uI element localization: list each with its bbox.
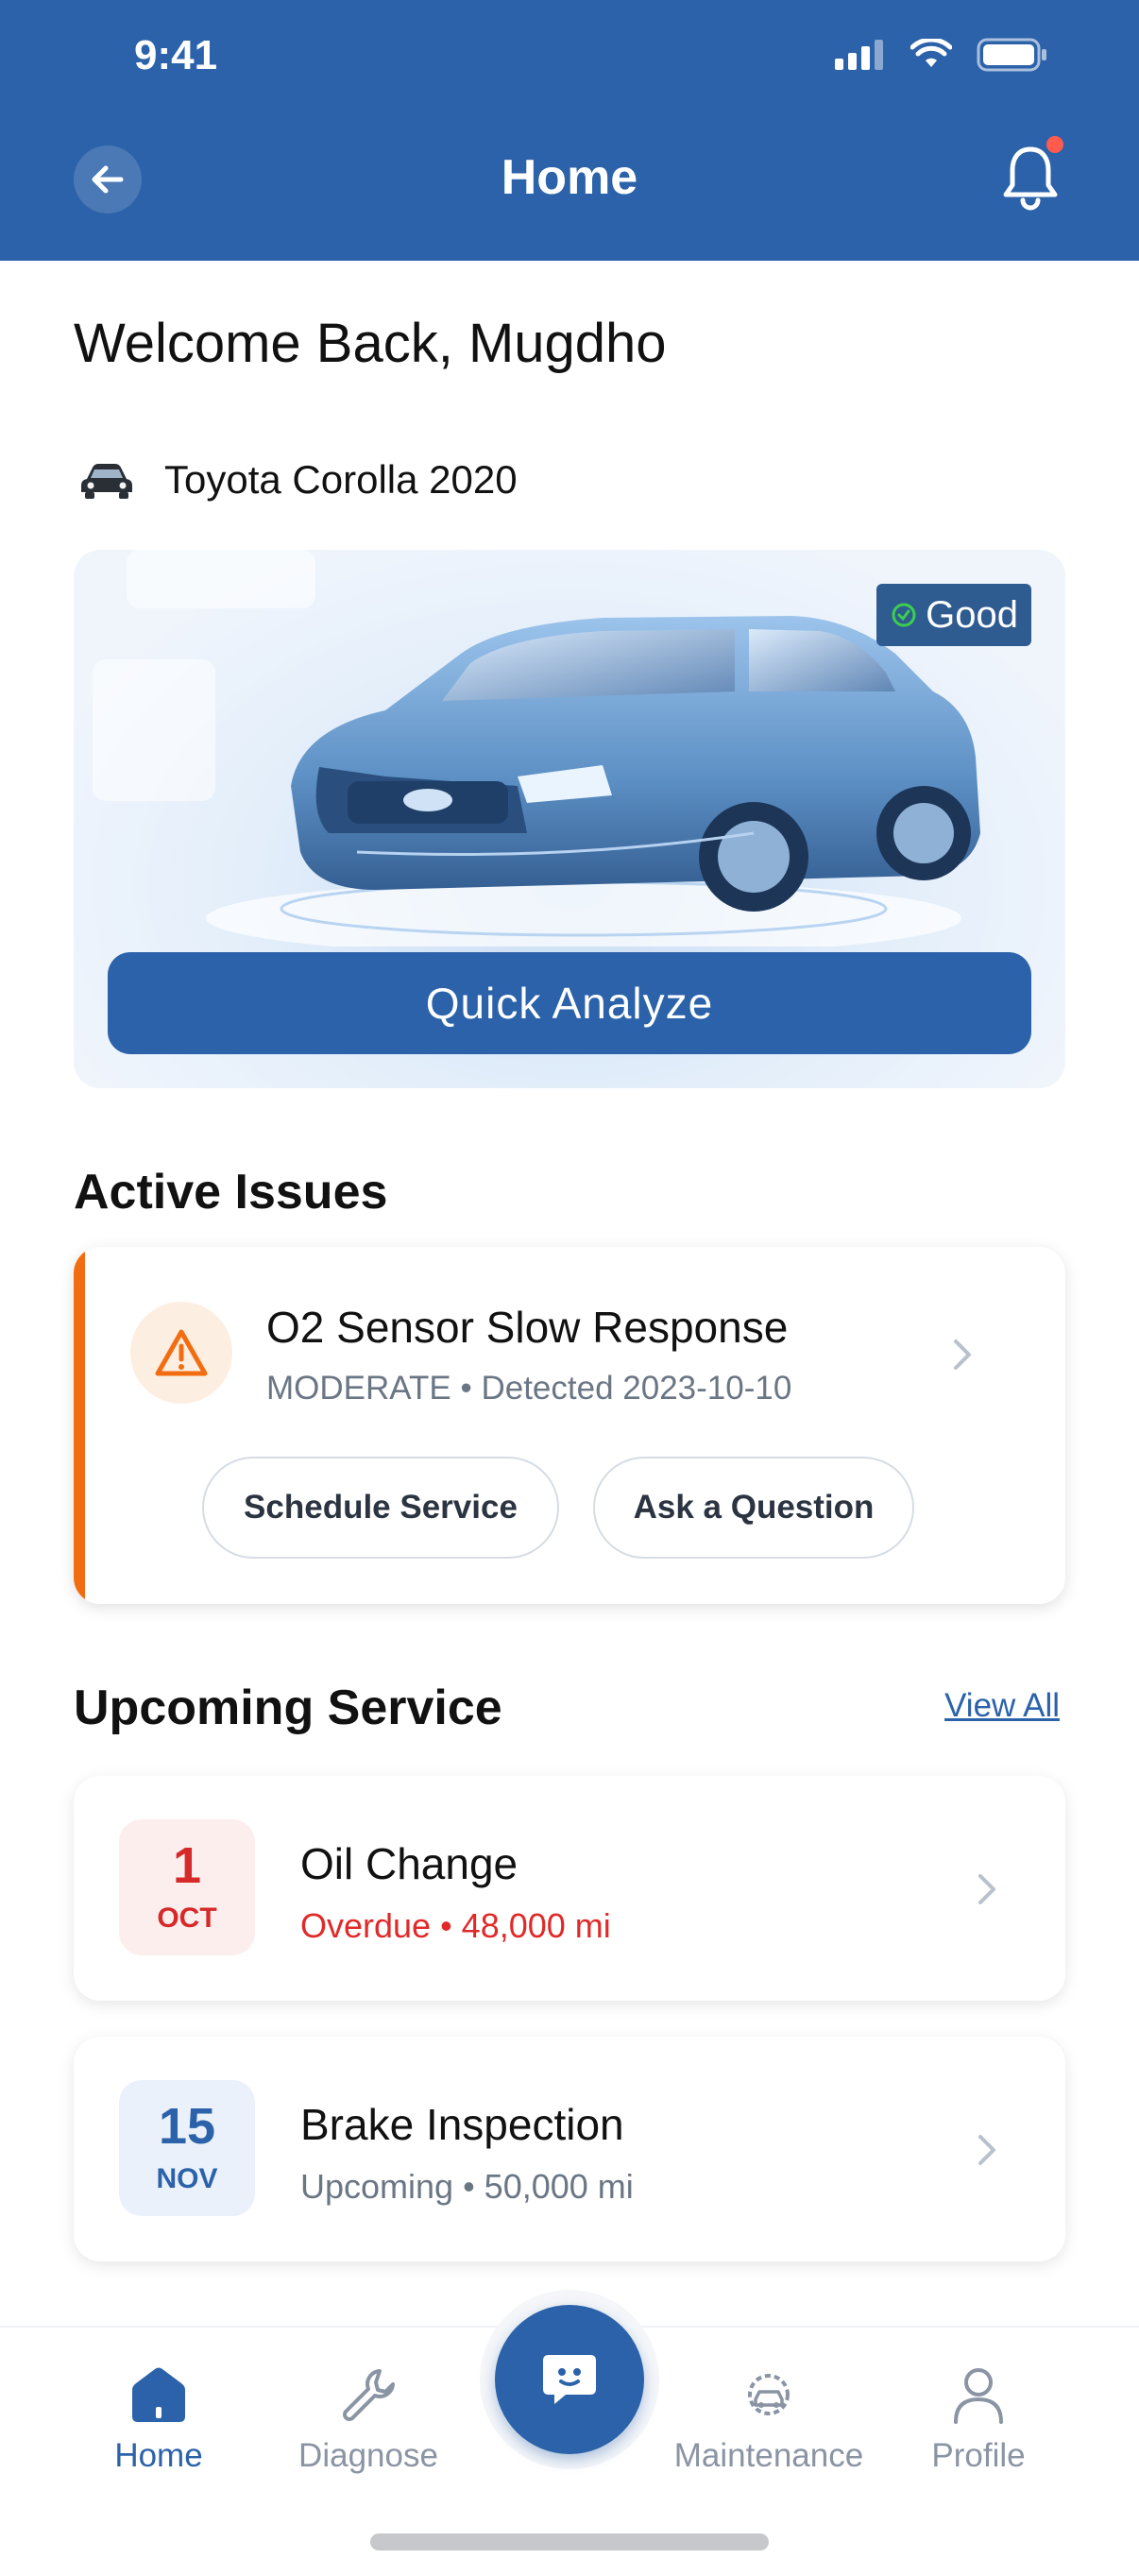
issue-icon-badge — [130, 1302, 232, 1404]
quick-analyze-button[interactable]: Quick Analyze — [108, 952, 1031, 1054]
schedule-service-button[interactable]: Schedule Service — [202, 1457, 559, 1559]
service-card[interactable]: 1 OCT Oil Change Overdue • 48,000 mi — [74, 1776, 1065, 2001]
battery-icon — [977, 38, 1046, 72]
chat-assistant-button[interactable] — [495, 2305, 644, 2454]
home-indicator — [370, 2533, 769, 2550]
nav-label: Diagnose — [298, 2437, 438, 2474]
nav-diagnose[interactable]: Diagnose — [264, 2365, 472, 2475]
status-time: 9:41 — [134, 32, 218, 78]
nav-label: Home — [114, 2437, 203, 2474]
service-month: OCT — [157, 1902, 217, 1934]
signal-icon — [835, 40, 883, 70]
nav-label: Maintenance — [673, 2437, 864, 2474]
service-meta: Overdue • 48,000 mi — [300, 1906, 611, 1945]
home-icon — [132, 2367, 185, 2422]
status-icons — [835, 38, 1048, 72]
ask-question-button[interactable]: Ask a Question — [593, 1457, 914, 1559]
bottom-navigation: Home Diagnose Maintenance Profile — [0, 2290, 1139, 2576]
service-date-badge: 15 NOV — [119, 2080, 255, 2216]
active-issues-heading: Active Issues — [74, 1165, 388, 1220]
vehicle-selector[interactable]: Toyota Corolla 2020 — [79, 457, 518, 503]
car-icon — [81, 464, 132, 499]
service-day: 15 — [158, 2098, 216, 2155]
chevron-right-icon — [954, 1339, 971, 1370]
chevron-right-icon — [978, 2135, 995, 2165]
health-status-badge: Good — [876, 584, 1031, 646]
vehicle-name: Toyota Corolla 2020 — [164, 457, 518, 502]
service-title: Oil Change — [300, 1839, 518, 1888]
wrench-icon — [343, 2369, 395, 2421]
person-icon — [954, 2368, 1003, 2424]
app-header: 9:41 Home — [0, 0, 1139, 261]
service-month: NOV — [156, 2163, 218, 2194]
service-title: Brake Inspection — [300, 2100, 624, 2149]
chevron-right-icon — [978, 1874, 995, 1904]
upcoming-service-heading: Upcoming Service — [74, 1680, 502, 1735]
nav-maintenance[interactable]: Maintenance — [665, 2365, 873, 2475]
nav-home[interactable]: Home — [55, 2365, 263, 2475]
health-status-label: Good — [926, 593, 1018, 636]
service-meta: Upcoming • 50,000 mi — [300, 2167, 634, 2206]
service-date-badge: 1 OCT — [119, 1819, 255, 1955]
wifi-icon — [910, 39, 952, 67]
issue-card[interactable]: O2 Sensor Slow Response MODERATE • Detec… — [74, 1247, 1065, 1604]
chat-bot-icon — [543, 2355, 596, 2404]
page-title: Home — [501, 150, 638, 205]
service-card[interactable]: 15 NOV Brake Inspection Upcoming • 50,00… — [74, 2037, 1065, 2261]
vehicle-hero-card: Good Quick Analyze — [74, 550, 1065, 1088]
nav-profile[interactable]: Profile — [875, 2365, 1082, 2475]
check-circle-icon — [892, 603, 916, 627]
severity-accent-bar — [74, 1247, 85, 1604]
warning-triangle-icon — [155, 1329, 208, 1376]
view-all-link[interactable]: View All — [944, 1687, 1060, 1725]
service-day: 1 — [172, 1837, 202, 1894]
gear-car-icon — [748, 2374, 790, 2415]
notification-badge — [1046, 136, 1063, 153]
nav-label: Profile — [931, 2437, 1026, 2474]
issue-title: O2 Sensor Slow Response — [266, 1303, 789, 1352]
issue-meta: MODERATE • Detected 2023-10-10 — [266, 1370, 792, 1407]
welcome-heading: Welcome Back, Mugdho — [74, 313, 667, 374]
